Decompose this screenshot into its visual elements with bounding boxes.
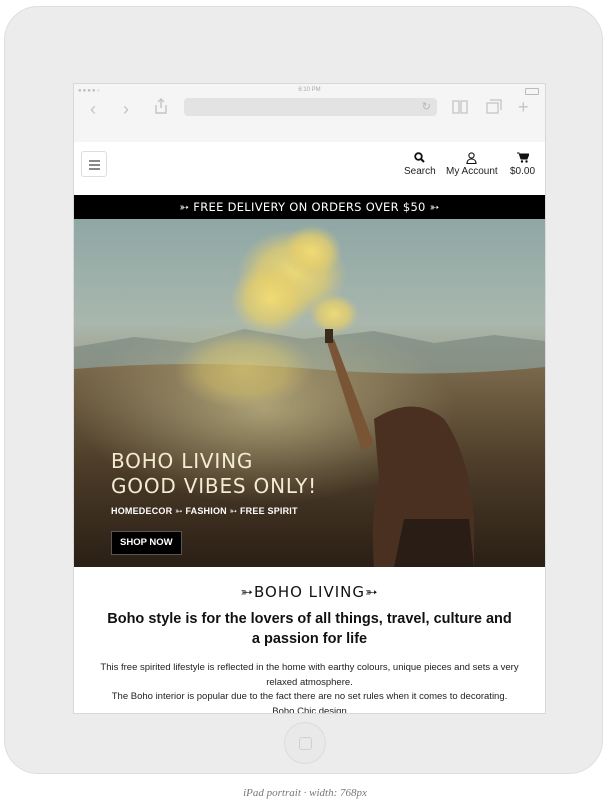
share-icon[interactable] (154, 98, 168, 117)
cart-total: $0.00 (510, 166, 536, 177)
intro-headline: Boho style is for the lovers of all thin… (107, 611, 512, 647)
tabs-icon[interactable] (486, 99, 502, 117)
intro-paragraph-2: The Boho interior is popular due to the … (111, 691, 508, 702)
menu-button[interactable] (81, 151, 107, 177)
shop-now-button[interactable]: SHOP NOW (111, 531, 182, 555)
search-icon (404, 152, 436, 165)
account-label: My Account (446, 166, 498, 177)
hero-subtitle: HOMEDECOR ➳ FASHION ➳ FREE SPIRIT (111, 506, 298, 516)
battery-icon (525, 88, 539, 95)
promo-banner: ➳ FREE DELIVERY ON ORDERS OVER $50 ➳ (74, 195, 545, 219)
ipad-frame: ●●●●○ 6:10 PM ‹ › ↻ + Search My Account … (4, 6, 603, 774)
hero-title-line1: BOHO LIVING (111, 449, 254, 473)
cart-link[interactable]: $0.00 (510, 152, 535, 177)
hero-title: BOHO LIVING GOOD VIBES ONLY! (111, 449, 317, 499)
status-time: 6:10 PM (298, 87, 321, 93)
cart-icon (510, 152, 535, 165)
search-link[interactable]: Search (404, 152, 436, 177)
intro-paragraph-1: This free spirited lifestyle is reflecte… (100, 662, 519, 688)
intro-body: This free spirited lifestyle is reflecte… (94, 661, 525, 714)
intro-paragraph-3: Boho Chic design (272, 705, 347, 714)
home-button[interactable] (284, 722, 326, 764)
browser-screen: ●●●●○ 6:10 PM ‹ › ↻ + Search My Account … (73, 83, 546, 714)
intro-section: ➳BOHO LIVING➳ Boho style is for the love… (74, 567, 545, 714)
home-icon (299, 737, 312, 750)
hero-banner: BOHO LIVING GOOD VIBES ONLY! HOMEDECOR ➳… (74, 219, 545, 567)
back-icon[interactable]: ‹ (90, 100, 96, 118)
book-icon[interactable] (452, 99, 468, 117)
address-bar[interactable]: ↻ (184, 98, 437, 116)
search-label: Search (404, 166, 436, 177)
user-icon (446, 152, 498, 165)
plus-icon[interactable]: + (518, 98, 529, 116)
site-header: Search My Account $0.00 (74, 142, 545, 194)
section-title: ➳BOHO LIVING➳ (240, 583, 379, 601)
browser-toolbar: ●●●●○ 6:10 PM ‹ › ↻ + (74, 84, 545, 143)
reload-icon[interactable]: ↻ (422, 100, 431, 113)
forward-icon[interactable]: › (123, 100, 129, 118)
account-link[interactable]: My Account (446, 152, 498, 177)
device-caption: iPad portrait · width: 768px (243, 787, 367, 799)
hero-title-line2: GOOD VIBES ONLY! (111, 474, 317, 498)
